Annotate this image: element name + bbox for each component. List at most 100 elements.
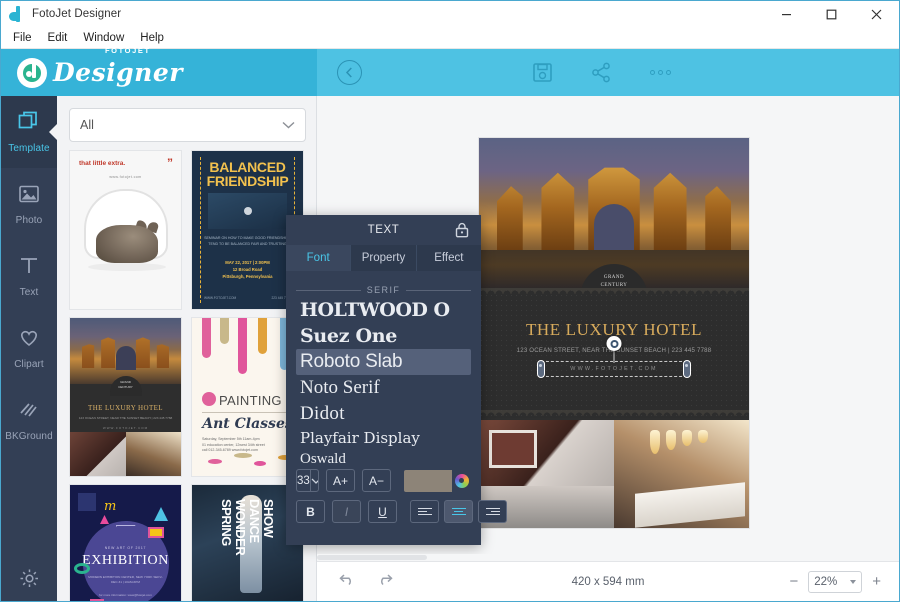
fotojet-logo-icon (17, 57, 47, 88)
photo-icon (18, 183, 40, 210)
decrease-font-size-button[interactable]: A− (362, 469, 391, 492)
thumb-date: MAY 22, 2017 | 2:00PM 12 Broad Road Pitt… (222, 260, 273, 279)
brand-title: Designer (53, 58, 183, 87)
toolbar-actions (532, 62, 671, 83)
chevron-down-icon (850, 579, 857, 584)
menu-file[interactable]: File (5, 30, 40, 46)
text-panel-title: TEXT (367, 224, 400, 236)
font-controls: 33 A+ A− B I U (296, 469, 507, 531)
color-picker (404, 469, 471, 492)
thumb-badge: GRAND CENTURY (118, 380, 133, 389)
zoom-out-button[interactable]: − (789, 574, 798, 589)
tab-font[interactable]: Font (286, 245, 352, 271)
zoom-level-select[interactable]: 22% (808, 570, 863, 593)
thumb-url: www.fotojet.com (109, 175, 142, 179)
back-chevron-icon[interactable] (337, 60, 362, 85)
zoom-in-button[interactable]: + (872, 574, 881, 589)
text-properties-panel: TEXT Font Property Effect SERIF Holtwood… (286, 215, 507, 545)
sidebar-item-bkground[interactable]: BKGround (1, 384, 57, 456)
font-option-holtwood[interactable]: Holtwood O (296, 297, 471, 323)
resize-handle-left[interactable] (537, 360, 545, 378)
left-rail: Template Photo Text Clipart BKGround (1, 96, 57, 601)
alignment-group (410, 500, 507, 523)
font-list[interactable]: SERIF Holtwood O Suez One Roboto Slab No… (296, 285, 471, 473)
restaurant-photo[interactable] (614, 420, 749, 528)
template-thumb-exhibition[interactable]: NEW ART OF 2017 EXHIBITION MODERN EXHIBI… (69, 484, 182, 601)
more-options-icon[interactable] (650, 70, 671, 75)
font-option-oswald[interactable]: Oswald (296, 449, 471, 470)
align-right-icon[interactable] (478, 500, 507, 523)
cat-body-shape (96, 225, 158, 263)
template-thumb-luxury-hotel[interactable]: GRAND CENTURY THE LUXURY HOTEL 123 OCEAN… (69, 317, 182, 477)
thumb-title: PAINTING (219, 393, 282, 408)
design-canvas[interactable]: GRAND CENTURY THE LUXURY HOTEL 123 OCEAN… (479, 138, 749, 528)
color-wheel-icon[interactable] (452, 469, 471, 492)
resize-handle-right[interactable] (683, 360, 691, 378)
menu-window[interactable]: Window (75, 30, 132, 46)
template-panel: All that little extra.” www.fotojet.com (57, 96, 317, 601)
share-icon[interactable] (591, 62, 612, 83)
thumb-footer: WWW.FOTOJET.COM 223 445 7788 (204, 296, 291, 300)
lock-icon[interactable] (455, 222, 469, 241)
font-option-suez-one[interactable]: Suez One (296, 323, 471, 349)
sidebar-label-bkground: BKGround (5, 430, 53, 442)
save-icon[interactable] (532, 62, 553, 83)
font-category-label: SERIF (296, 285, 471, 295)
canvas-horizontal-scrollbar[interactable] (317, 554, 899, 561)
shadow-shape (88, 263, 166, 271)
thumb-body: SEMINAR ON HOW TO MAKE GOOD FRIENDSHIPS … (204, 236, 291, 246)
redo-icon[interactable] (375, 572, 393, 591)
template-filter-value: All (80, 118, 94, 132)
close-icon[interactable] (854, 1, 899, 27)
template-filter-select[interactable]: All (69, 108, 306, 142)
menu-edit[interactable]: Edit (40, 30, 76, 46)
font-option-playfair-display[interactable]: Playfair Display (296, 427, 471, 449)
sidebar-item-text[interactable]: Text (1, 240, 57, 312)
minimize-icon[interactable] (764, 1, 809, 27)
underline-button[interactable]: U (368, 500, 397, 523)
align-center-icon[interactable] (444, 500, 473, 523)
font-size-select[interactable]: 33 (296, 469, 319, 492)
tab-property[interactable]: Property (351, 245, 417, 271)
window-title: FotoJet Designer (32, 8, 122, 20)
hotel-arch-shape (594, 204, 634, 250)
font-size-value: 33 (297, 474, 310, 487)
italic-button[interactable]: I (332, 500, 361, 523)
selection-bounding-box[interactable] (537, 336, 691, 378)
text-icon (18, 255, 40, 282)
sidebar-label-text: Text (19, 286, 39, 298)
undo-icon[interactable] (339, 572, 357, 591)
font-option-didot[interactable]: Didot (296, 401, 471, 427)
heart-icon (18, 327, 40, 354)
template-thumb-cat[interactable]: that little extra.” www.fotojet.com (69, 150, 182, 310)
thumb-title: BALANCED FRIENDSHIP (206, 159, 289, 189)
bold-button[interactable]: B (296, 500, 325, 523)
title-bar: FotoJet Designer (1, 1, 899, 27)
rotate-handle[interactable] (606, 336, 622, 351)
sidebar-item-photo[interactable]: Photo (1, 168, 57, 240)
text-color-swatch[interactable] (404, 469, 452, 492)
font-option-noto-serif[interactable]: Noto Serif (296, 375, 471, 401)
maximize-icon[interactable] (809, 1, 854, 27)
font-option-roboto-slab[interactable]: Roboto Slab (296, 349, 471, 375)
gear-icon[interactable] (1, 568, 57, 589)
thumb-info: Saturday, September 5th 11am-4pm 01 educ… (202, 437, 265, 452)
tab-effect[interactable]: Effect (417, 245, 481, 271)
window-controls (764, 1, 899, 27)
font-style-row: B I U (296, 500, 507, 523)
chevron-down-icon[interactable] (309, 470, 318, 491)
thumb-title: THE LUXURY HOTEL (88, 404, 163, 412)
sidebar-item-template[interactable]: Template (1, 96, 57, 168)
menu-help[interactable]: Help (132, 30, 172, 46)
align-left-icon[interactable] (410, 500, 439, 523)
sidebar-item-clipart[interactable]: Clipart (1, 312, 57, 384)
thumb-sub2: for more information: www@fotojet.com (99, 593, 152, 597)
thumb-logo-icon (202, 392, 216, 406)
background-icon (18, 399, 40, 426)
status-bar: 420 x 594 mm − 22% + (317, 561, 899, 601)
brand-subtitle: FOTOJET (105, 46, 151, 55)
increase-font-size-button[interactable]: A+ (326, 469, 355, 492)
top-toolbar (317, 49, 899, 96)
text-panel-tabs: Font Property Effect (286, 245, 481, 271)
thumb-photo-block (208, 193, 287, 229)
